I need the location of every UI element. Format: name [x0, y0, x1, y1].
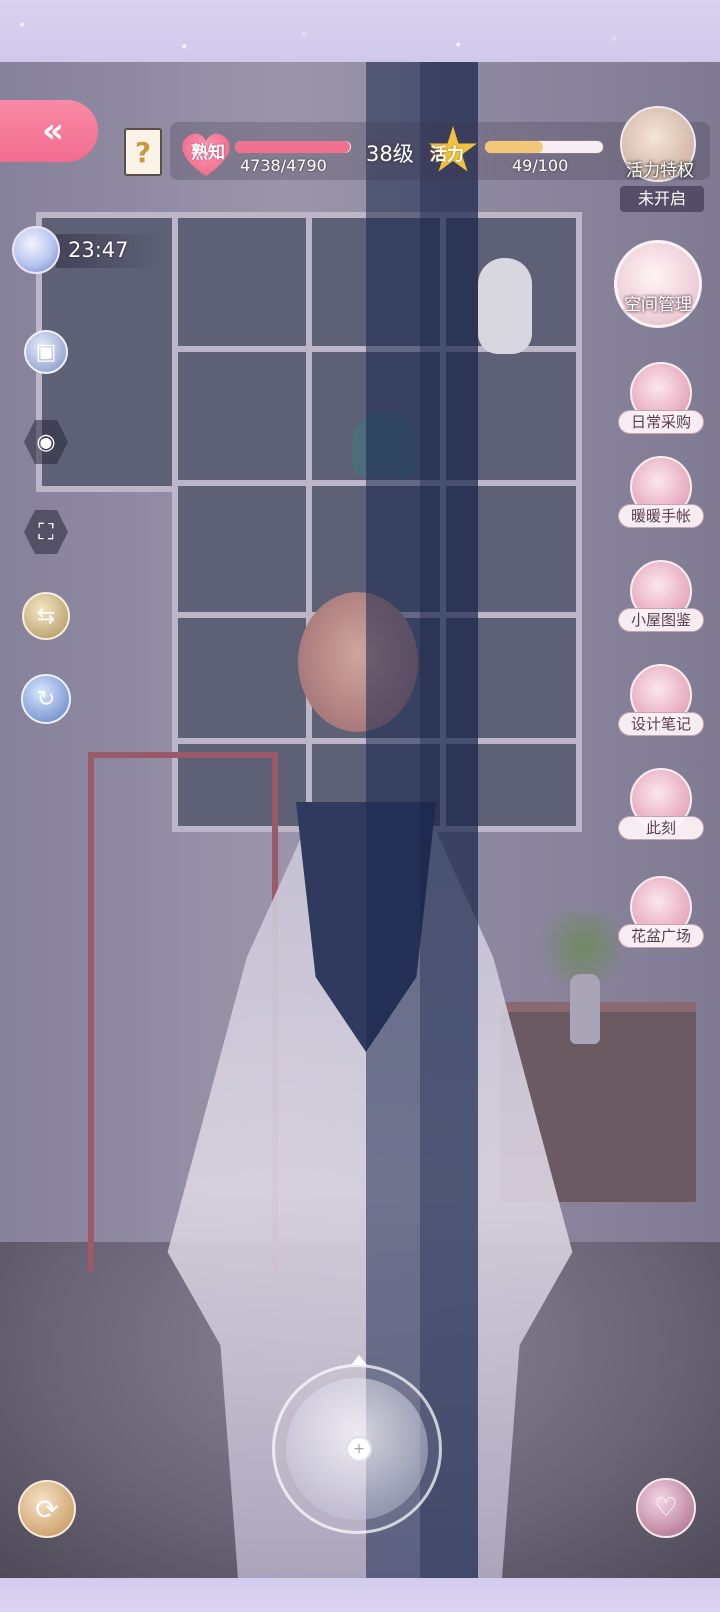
- level-text: 38级: [366, 142, 414, 166]
- menu-moment[interactable]: 此刻: [618, 768, 704, 846]
- menu-label: 小屋图鉴: [618, 608, 704, 632]
- sparkle-decoration: ✦: [454, 40, 463, 51]
- vip-privilege-label: 活力特权: [626, 161, 694, 181]
- space-management-label: 空间管理: [624, 295, 692, 315]
- help-button[interactable]: ?: [124, 128, 162, 176]
- intimacy-value: 4738/4790: [240, 156, 327, 175]
- vitality-value: 49/100: [512, 156, 569, 175]
- menu-nikki-journal[interactable]: 暖暖手帐: [618, 456, 704, 534]
- back-button[interactable]: «: [0, 100, 98, 162]
- menu-house-catalog[interactable]: 小屋图鉴: [618, 560, 704, 638]
- menu-label: 日常采购: [618, 410, 704, 434]
- sparkle-decoration: ✦: [18, 20, 27, 31]
- bottom-frame: [0, 1578, 720, 1612]
- top-frame: ✦ ✦ ✧ ✦ ✧: [0, 0, 720, 62]
- joystick-caret: [351, 1355, 367, 1365]
- bag-icon[interactable]: ▣: [24, 330, 68, 374]
- menu-label: 花盆广场: [618, 924, 704, 948]
- rotate-view-icon[interactable]: ↻: [21, 674, 71, 724]
- intimacy-bar: [234, 140, 352, 154]
- joystick-center-icon: +: [346, 1436, 372, 1462]
- menu-label: 暖暖手帐: [618, 504, 704, 528]
- vitality-bar-fill: [485, 141, 543, 153]
- record-icon[interactable]: ⇆: [22, 592, 70, 640]
- vase: [570, 974, 600, 1044]
- time-text: 23:47: [68, 238, 129, 262]
- menu-flowerpot-plaza[interactable]: 花盆广场: [618, 876, 704, 954]
- vitality-bar: [484, 140, 604, 154]
- menu-design-notes[interactable]: 设计笔记: [618, 664, 704, 742]
- vip-status-badge: 未开启: [620, 186, 704, 212]
- intimacy-label: 熟知: [191, 143, 225, 163]
- menu-label: 此刻: [618, 816, 704, 840]
- shadow-overlay: [420, 62, 478, 1578]
- sparkle-decoration: ✧: [610, 34, 619, 45]
- vitality-label: 活力: [430, 145, 464, 165]
- menu-daily-shopping[interactable]: 日常采购: [618, 362, 704, 440]
- weather-icon[interactable]: [12, 226, 60, 274]
- sparkle-decoration: ✦: [180, 42, 189, 53]
- sparkle-decoration: ✧: [300, 30, 309, 41]
- intimacy-bar-fill: [235, 141, 350, 153]
- social-heart-icon[interactable]: ♡: [636, 1478, 696, 1538]
- menu-label: 设计笔记: [618, 712, 704, 736]
- bunny-plush: [478, 258, 532, 354]
- reset-icon[interactable]: ⟳: [18, 1480, 76, 1538]
